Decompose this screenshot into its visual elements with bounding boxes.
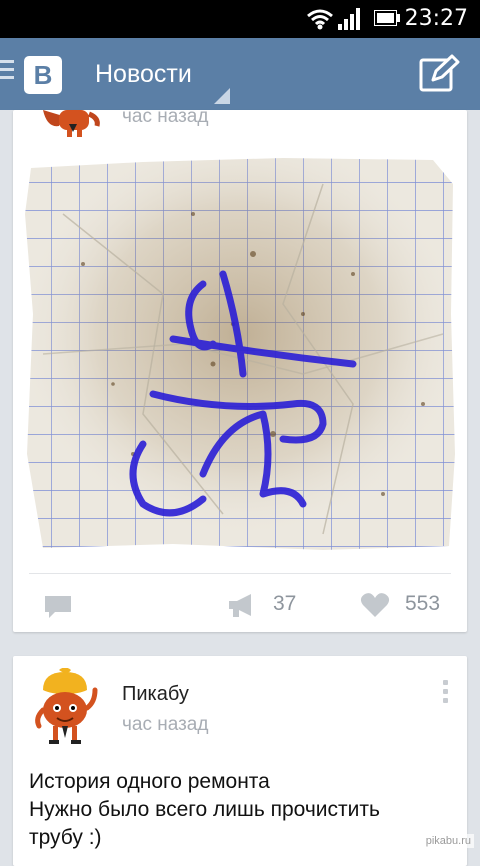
clock: 23:27 xyxy=(404,6,468,31)
post-time: час назад xyxy=(122,714,209,735)
post-text-line: Нужно было всего лишь прочистить xyxy=(29,798,380,821)
avatar[interactable] xyxy=(29,668,103,748)
status-bar: 23:27 xyxy=(0,0,480,38)
post-menu-icon[interactable] xyxy=(443,680,448,707)
divider xyxy=(29,573,451,574)
vk-logo[interactable]: В xyxy=(24,56,62,94)
page-title[interactable]: Новости xyxy=(95,60,192,89)
drawer-menu-icon[interactable] xyxy=(0,60,14,84)
post-author[interactable]: Пикабу xyxy=(122,683,189,706)
watermark: pikabu.ru xyxy=(422,834,474,848)
wifi-icon xyxy=(307,9,333,30)
dropdown-caret-icon[interactable] xyxy=(214,88,230,104)
app-bar: В Новости xyxy=(0,38,480,110)
compose-icon[interactable] xyxy=(418,54,460,94)
post-card[interactable]: час назад 37 553 xyxy=(13,106,467,632)
post-text-line: трубу :) xyxy=(29,826,102,849)
post-text-line: История одного ремонта xyxy=(29,770,270,793)
comment-icon[interactable] xyxy=(43,594,73,620)
like-icon[interactable] xyxy=(360,592,390,618)
repost-count: 37 xyxy=(273,592,297,615)
battery-icon xyxy=(374,10,400,26)
post-card[interactable]: Пикабу час назад История одного ремонта … xyxy=(13,656,467,866)
post-time: час назад xyxy=(122,106,209,127)
signal-icon xyxy=(338,8,360,30)
repost-icon[interactable] xyxy=(227,592,257,620)
post-actions: 37 553 xyxy=(13,584,467,624)
like-count: 553 xyxy=(405,592,441,615)
avatar[interactable] xyxy=(37,110,109,138)
post-text: История одного ремонта Нужно было всего … xyxy=(29,768,459,852)
post-photo[interactable] xyxy=(23,154,457,554)
